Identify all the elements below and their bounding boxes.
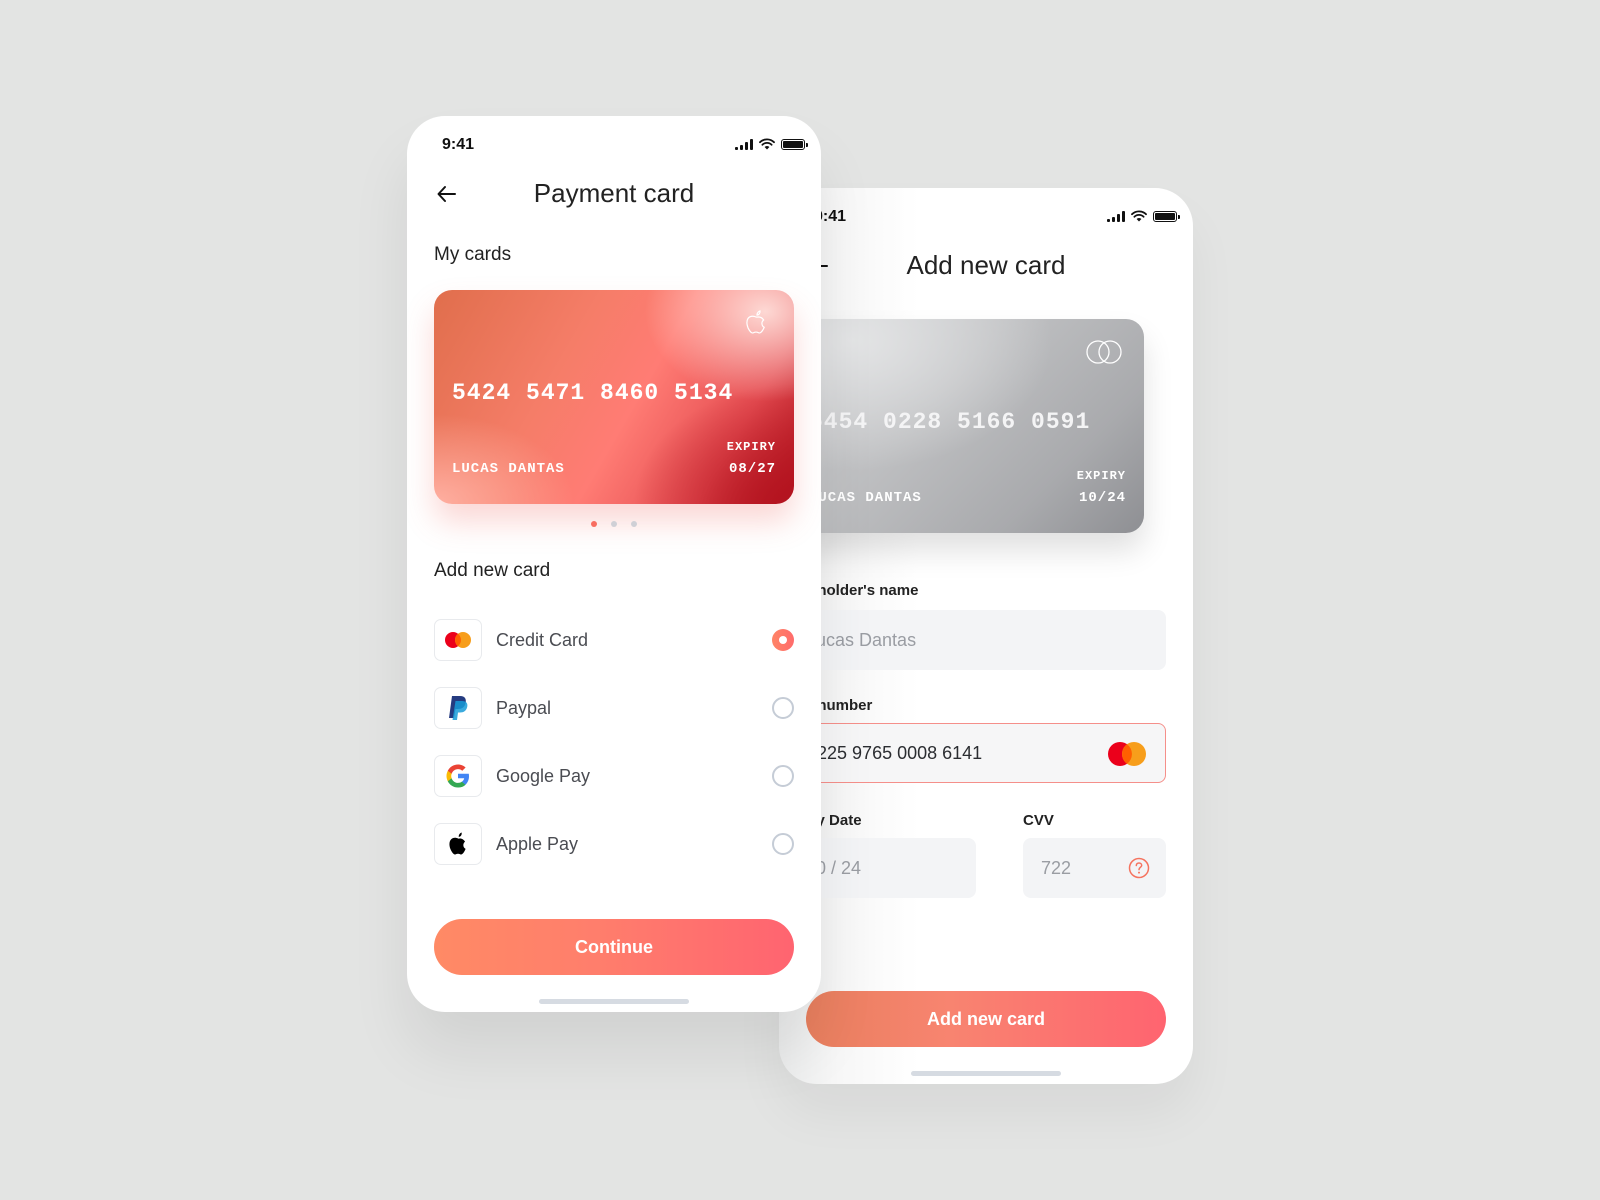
home-indicator xyxy=(539,999,689,1004)
card-holder-name: LUCAS DANTAS xyxy=(809,490,922,506)
mastercard-outline-icon xyxy=(1086,340,1122,364)
payment-method-paypal[interactable]: Paypal xyxy=(434,684,794,732)
card-number: 5424 5471 8460 5134 xyxy=(452,380,734,406)
battery-icon xyxy=(781,138,808,150)
header: Add new card xyxy=(779,248,1193,288)
home-indicator xyxy=(911,1071,1061,1076)
method-label: Paypal xyxy=(496,697,552,718)
page-title: Add new card xyxy=(906,250,1066,280)
payment-method-list: Credit Card Paypal Google Pay Apple Pay xyxy=(434,616,794,888)
method-label: Google Pay xyxy=(496,765,591,786)
wifi-icon xyxy=(759,138,775,150)
wifi-icon xyxy=(1131,210,1147,222)
card-pagination xyxy=(407,521,821,527)
add-new-card-heading: Add new card xyxy=(434,560,551,581)
payment-method-google-pay[interactable]: Google Pay xyxy=(434,752,794,800)
payment-method-apple-pay[interactable]: Apple Pay xyxy=(434,820,794,868)
method-label: Apple Pay xyxy=(496,833,579,854)
add-new-card-button[interactable]: Add new card xyxy=(806,991,1166,1047)
radio-unselected[interactable] xyxy=(772,697,794,719)
mastercard-icon xyxy=(445,632,471,648)
card-expiry-label: EXPIRY xyxy=(1076,469,1126,483)
paypal-icon xyxy=(449,696,468,720)
card-expiry: 08/27 xyxy=(728,461,776,477)
google-icon xyxy=(446,764,469,788)
radio-unselected[interactable] xyxy=(772,833,794,855)
add-new-card-screen: 9:41 Add new card 5454 0228 5166 0591 EX… xyxy=(779,188,1193,1084)
status-icons xyxy=(1107,210,1180,222)
header: Payment card xyxy=(407,176,821,216)
pagination-dot[interactable] xyxy=(591,521,597,527)
card-expiry-label: EXPIRY xyxy=(726,440,776,454)
status-time: 9:41 xyxy=(442,136,475,153)
card-expiry: 10/24 xyxy=(1078,490,1126,506)
status-bar: 9:41 xyxy=(779,206,1193,230)
payment-method-credit-card[interactable]: Credit Card xyxy=(434,616,794,664)
mastercard-icon xyxy=(1108,742,1146,766)
help-icon[interactable] xyxy=(1128,857,1150,879)
my-cards-heading: My cards xyxy=(434,244,512,265)
pagination-dot[interactable] xyxy=(631,521,637,527)
credit-card-red[interactable]: 5424 5471 8460 5134 EXPIRY LUCAS DANTAS … xyxy=(434,290,794,504)
continue-button[interactable]: Continue xyxy=(434,919,794,975)
radio-selected[interactable] xyxy=(772,629,794,651)
holder-name-input[interactable]: Lucas Dantas xyxy=(779,610,1166,670)
card-holder-name: LUCAS DANTAS xyxy=(452,461,565,477)
cvv-input[interactable]: 722 xyxy=(1023,838,1166,898)
radio-unselected[interactable] xyxy=(772,765,794,787)
status-icons xyxy=(735,138,808,150)
card-number: 5454 0228 5166 0591 xyxy=(809,409,1091,435)
card-number-input[interactable]: 4225 9765 0008 6141 xyxy=(779,723,1166,783)
status-bar: 9:41 xyxy=(407,134,821,158)
method-label: Credit Card xyxy=(496,629,589,650)
signal-icon xyxy=(735,138,753,150)
battery-icon xyxy=(1153,210,1180,222)
credit-card-preview: 5454 0228 5166 0591 EXPIRY LUCAS DANTAS … xyxy=(779,319,1144,533)
signal-icon xyxy=(1107,210,1125,222)
apple-icon xyxy=(449,832,466,855)
page-title: Payment card xyxy=(533,178,695,208)
payment-card-screen: 9:41 Payment card My cards 5424 5471 846… xyxy=(407,116,821,1012)
cvv-label: CVV xyxy=(1023,812,1054,829)
pagination-dot[interactable] xyxy=(611,521,617,527)
apple-icon xyxy=(746,310,765,334)
